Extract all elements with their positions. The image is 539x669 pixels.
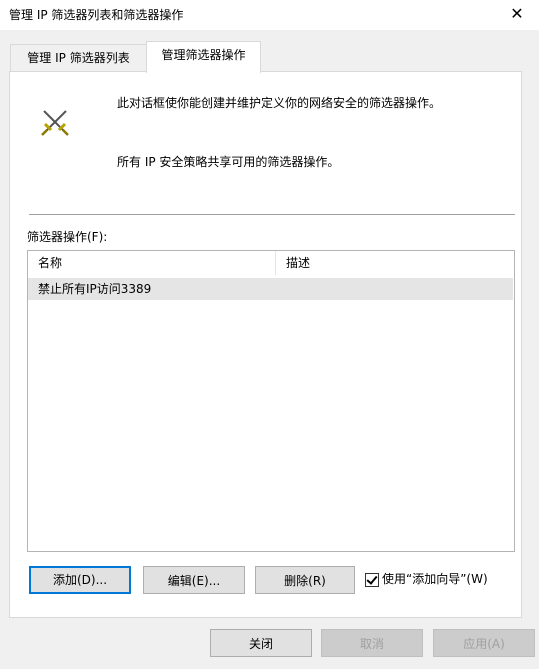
list-header: 名称 描述 <box>28 251 514 275</box>
tab-manage-filter-actions[interactable]: 管理筛选器操作 <box>146 41 261 73</box>
filter-actions-label: 筛选器操作(F): <box>27 230 108 244</box>
crossed-swords-icon <box>41 110 69 136</box>
tab-panel: 此对话框使你能创建并维护定义你的网络安全的筛选器操作。 所有 IP 安全策略共享… <box>9 71 522 618</box>
checkmark-icon <box>366 573 378 585</box>
list-item-description <box>276 278 286 300</box>
use-add-wizard-label: 使用“添加向导”(W) <box>382 572 488 586</box>
add-button[interactable]: 添加(D)... <box>29 566 131 594</box>
apply-button[interactable]: 应用(A) <box>433 629 535 657</box>
list-item[interactable]: 禁止所有IP访问3389 <box>28 278 513 300</box>
cancel-button[interactable]: 取消 <box>321 629 423 657</box>
delete-button[interactable]: 删除(R) <box>255 566 355 594</box>
checkbox-box[interactable] <box>365 573 379 587</box>
close-button[interactable]: 关闭 <box>210 629 312 657</box>
tab-strip: 管理 IP 筛选器列表 管理筛选器操作 <box>0 30 539 73</box>
list-item-name: 禁止所有IP访问3389 <box>38 282 152 296</box>
separator <box>29 214 515 215</box>
close-icon[interactable]: ✕ <box>505 2 529 26</box>
edit-button[interactable]: 编辑(E)... <box>143 566 245 594</box>
column-header-name[interactable]: 名称 <box>28 251 276 275</box>
description-text-2: 所有 IP 安全策略共享可用的筛选器操作。 <box>117 155 340 169</box>
column-header-description[interactable]: 描述 <box>276 251 512 275</box>
window-title: 管理 IP 筛选器列表和筛选器操作 <box>9 8 184 22</box>
title-bar: 管理 IP 筛选器列表和筛选器操作 ✕ <box>0 0 539 30</box>
description-text-1: 此对话框使你能创建并维护定义你的网络安全的筛选器操作。 <box>117 96 442 110</box>
filter-actions-list[interactable]: 名称 描述 禁止所有IP访问3389 <box>27 250 515 552</box>
tab-manage-ip-filter-lists[interactable]: 管理 IP 筛选器列表 <box>10 44 147 71</box>
